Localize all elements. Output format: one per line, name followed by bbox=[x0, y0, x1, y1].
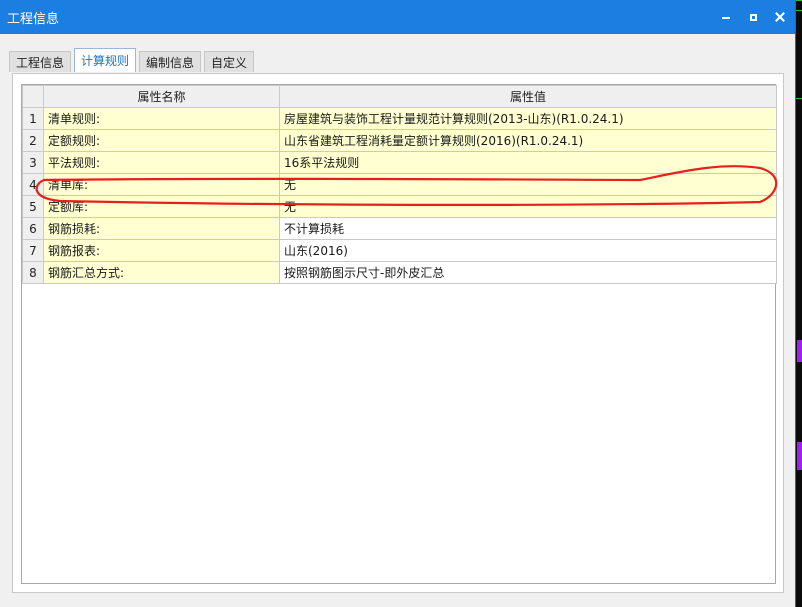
property-value[interactable]: 房屋建筑与装饰工程计量规范计算规则(2013-山东)(R1.0.24.1) bbox=[279, 107, 777, 130]
header-index bbox=[22, 85, 44, 108]
property-value[interactable]: 16系平法规则 bbox=[279, 151, 777, 174]
header-property-value[interactable]: 属性值 bbox=[279, 85, 777, 108]
table-row[interactable]: 5 定额库: 无 bbox=[22, 195, 777, 218]
row-index: 8 bbox=[22, 261, 44, 284]
tab-custom[interactable]: 自定义 bbox=[204, 51, 255, 72]
table-header-row: 属性名称 属性值 bbox=[22, 85, 777, 108]
row-index: 4 bbox=[22, 173, 44, 196]
table-row[interactable]: 1 清单规则: 房屋建筑与装饰工程计量规范计算规则(2013-山东)(R1.0.… bbox=[22, 107, 777, 130]
table-row[interactable]: 7 钢筋报表: 山东(2016) bbox=[22, 239, 777, 262]
title-bar[interactable]: 工程信息 bbox=[0, 0, 795, 34]
table-row[interactable]: 2 定额规则: 山东省建筑工程消耗量定额计算规则(2016)(R1.0.24.1… bbox=[22, 129, 777, 152]
background-marker bbox=[797, 340, 802, 362]
table-row[interactable]: 3 平法规则: 16系平法规则 bbox=[22, 151, 777, 174]
property-name: 清单规则: bbox=[43, 107, 280, 130]
minimize-button[interactable] bbox=[714, 5, 738, 29]
row-index: 2 bbox=[22, 129, 44, 152]
close-button[interactable] bbox=[768, 5, 792, 29]
tab-calc-rules[interactable]: 计算规则 bbox=[74, 48, 137, 72]
property-value[interactable]: 无 bbox=[279, 195, 777, 218]
property-value[interactable]: 无 bbox=[279, 173, 777, 196]
property-name: 钢筋报表: bbox=[43, 239, 280, 262]
property-grid: 属性名称 属性值 1 清单规则: 房屋建筑与装饰工程计量规范计算规则(2013-… bbox=[21, 84, 777, 584]
maximize-button[interactable] bbox=[741, 5, 765, 29]
tab-project-info[interactable]: 工程信息 bbox=[9, 51, 72, 72]
close-icon bbox=[775, 12, 785, 22]
table-row[interactable]: 4 清单库: 无 bbox=[22, 173, 777, 196]
row-index: 3 bbox=[22, 151, 44, 174]
header-property-name[interactable]: 属性名称 bbox=[43, 85, 280, 108]
property-table: 属性名称 属性值 1 清单规则: 房屋建筑与装饰工程计量规范计算规则(2013-… bbox=[22, 85, 777, 284]
row-index: 6 bbox=[22, 217, 44, 240]
window-title: 工程信息 bbox=[7, 11, 60, 27]
tab-compile-info[interactable]: 编制信息 bbox=[139, 51, 202, 72]
row-index: 5 bbox=[22, 195, 44, 218]
tab-bar: 工程信息 计算规则 编制信息 自定义 bbox=[9, 48, 257, 72]
maximize-icon bbox=[749, 13, 757, 21]
window-controls bbox=[714, 0, 795, 34]
property-name: 平法规则: bbox=[43, 151, 280, 174]
property-name: 清单库: bbox=[43, 173, 280, 196]
project-info-dialog: 工程信息 工程信息 计算规则 编制信息 自定义 属性名称 属性值 1 清单规则:… bbox=[0, 0, 796, 607]
property-name: 定额库: bbox=[43, 195, 280, 218]
background-grid-line bbox=[796, 98, 802, 99]
minimize-icon bbox=[722, 17, 730, 19]
property-value[interactable]: 不计算损耗 bbox=[279, 217, 777, 240]
background-marker bbox=[797, 442, 802, 470]
background-grid-line bbox=[796, 10, 802, 11]
table-row[interactable]: 8 钢筋汇总方式: 按照钢筋图示尺寸-即外皮汇总 bbox=[22, 261, 777, 284]
property-name: 钢筋损耗: bbox=[43, 217, 280, 240]
property-name: 钢筋汇总方式: bbox=[43, 261, 280, 284]
row-index: 7 bbox=[22, 239, 44, 262]
table-row[interactable]: 6 钢筋损耗: 不计算损耗 bbox=[22, 217, 777, 240]
property-value[interactable]: 山东(2016) bbox=[279, 239, 777, 262]
property-value[interactable]: 按照钢筋图示尺寸-即外皮汇总 bbox=[279, 261, 777, 284]
row-index: 1 bbox=[22, 107, 44, 130]
property-value[interactable]: 山东省建筑工程消耗量定额计算规则(2016)(R1.0.24.1) bbox=[279, 129, 777, 152]
property-name: 定额规则: bbox=[43, 129, 280, 152]
tab-panel: 属性名称 属性值 1 清单规则: 房屋建筑与装饰工程计量规范计算规则(2013-… bbox=[12, 73, 784, 593]
